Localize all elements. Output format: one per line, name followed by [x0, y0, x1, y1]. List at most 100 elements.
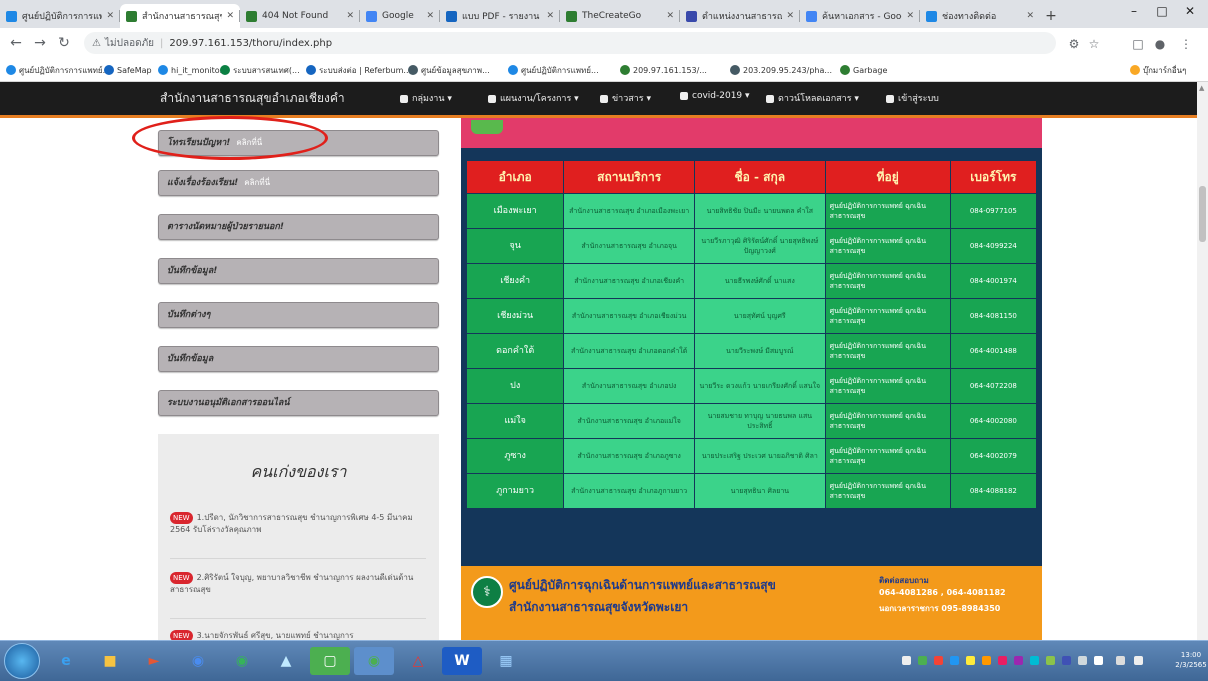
sidebar-more-link[interactable]: คลิกที่นี่	[244, 178, 270, 187]
bookmark-item[interactable]: 203.209.95.243/pha...	[730, 62, 832, 78]
minimize-icon[interactable]: –	[1120, 4, 1148, 18]
tray-icon-12[interactable]	[1094, 656, 1103, 665]
bookmark-item[interactable]: ศูนย์ปฏิบัติการแพทย์...	[508, 62, 599, 78]
browser-tab[interactable]: Google ✕	[360, 4, 440, 28]
sidebar-button[interactable]: แจ้งเรื่องร้องเรียน! คลิกที่นี่	[158, 170, 439, 196]
scrollbar-thumb[interactable]	[1199, 186, 1206, 242]
chrome-active-icon[interactable]: ◉	[354, 647, 394, 675]
bookmark-item[interactable]: ศูนย์ปฏิบัติการการแพทย์...	[6, 62, 110, 78]
maximize-icon[interactable]: □	[1148, 4, 1176, 18]
table-cell: ศูนย์ปฏิบัติการการแพทย์ ฉุกเฉินสาธารณสุข	[824, 298, 951, 334]
line-icon[interactable]: ▢	[310, 647, 350, 675]
tab-close-icon[interactable]: ✕	[226, 11, 234, 21]
sidebar-button[interactable]: บันทึกต่างๆ	[158, 302, 439, 328]
tab-close-icon[interactable]: ✕	[346, 11, 354, 21]
ie-icon[interactable]: e	[46, 647, 86, 675]
reload-icon[interactable]: ↻	[56, 35, 72, 51]
bookmark-item[interactable]: บุ๊กมาร์กอื่นๆ	[1130, 62, 1186, 78]
volume-icon[interactable]	[1134, 656, 1143, 665]
bookmark-item[interactable]: ระบบสารสนเทศ(...	[220, 62, 300, 78]
sidebar-button[interactable]: ระบบงานอนุมัติเอกสารออนไลน์	[158, 390, 439, 416]
explorer-icon[interactable]: ■	[90, 647, 130, 675]
browser-tab[interactable]: ช่องทางติดต่อ ✕	[920, 4, 1040, 28]
tray-flag-icon[interactable]	[902, 656, 911, 665]
translate-icon[interactable]: ⚙	[1066, 36, 1082, 52]
page-scrollbar[interactable]: ▲	[1197, 82, 1208, 640]
staff-item[interactable]: NEW 3.นายจักรพันธ์ ศรีสุข, นายแพทย์ ชำนาญ…	[170, 630, 430, 640]
tray-icon-4[interactable]	[966, 656, 975, 665]
site-menu-item[interactable]: กลุ่มงาน ▾	[400, 91, 452, 105]
staff-item[interactable]: NEW 2.ศิริรัตน์ ใจบุญ, พยาบาลวิชาชีพ ชำนา…	[170, 572, 430, 596]
menu-item-icon	[680, 91, 688, 100]
tab-search-icon[interactable]: □	[1130, 36, 1146, 52]
tab-close-icon[interactable]: ✕	[1026, 11, 1034, 21]
browser-tab[interactable]: 404 Not Found ✕	[240, 4, 360, 28]
tray-icon-5[interactable]	[982, 656, 991, 665]
menu-item-icon	[766, 94, 774, 103]
network-status-icon[interactable]	[1116, 656, 1125, 665]
site-menu-item[interactable]: แผนงาน/โครงการ ▾	[488, 91, 579, 105]
menu-kebab-icon[interactable]: ⋮	[1178, 36, 1194, 52]
sidebar-button[interactable]: บันทึกข้อมูล	[158, 346, 439, 372]
forward-icon[interactable]: →	[32, 35, 48, 51]
system-clock[interactable]: 13:00 2/3/2565	[1175, 650, 1207, 670]
chrome-alt-icon[interactable]: ◉	[222, 647, 262, 675]
site-brand[interactable]: สำนักงานสาธารณสุขอำเภอเชียงคำ	[160, 89, 345, 108]
network-icon[interactable]: ▦	[486, 647, 526, 675]
tray-icon-11[interactable]	[1078, 656, 1087, 665]
bookmark-label: ระบบสารสนเทศ(...	[233, 65, 300, 75]
staff-divider	[170, 558, 426, 559]
scroll-up-icon[interactable]: ▲	[1199, 84, 1204, 92]
tray-icon-10[interactable]	[1062, 656, 1071, 665]
warning-icon[interactable]: ⚠	[92, 38, 101, 49]
start-button[interactable]	[4, 643, 40, 679]
security-label[interactable]: ไม่ปลอดภัย	[105, 36, 154, 51]
bookmark-item[interactable]: 209.97.161.153/...	[620, 62, 707, 78]
media-player-icon[interactable]: ►	[134, 647, 174, 675]
address-bar[interactable]: ⚠ ไม่ปลอดภัย | 209.97.161.153/thoru/inde…	[84, 32, 1056, 54]
browser-tab[interactable]: ตำแหน่งงานสาธารณสุข✕	[680, 4, 800, 28]
close-window-icon[interactable]: ✕	[1176, 4, 1204, 18]
browser-tab[interactable]: ศูนย์ปฏิบัติการการแพทย์✕	[0, 4, 120, 28]
tab-close-icon[interactable]: ✕	[106, 11, 114, 21]
tab-close-icon[interactable]: ✕	[666, 11, 674, 21]
tab-close-icon[interactable]: ✕	[906, 11, 914, 21]
tray-icon-8[interactable]	[1030, 656, 1039, 665]
paint-icon[interactable]: ▲	[266, 647, 306, 675]
tray-icon-3[interactable]	[950, 656, 959, 665]
browser-tab[interactable]: แบบ PDF - รายงาน ✕	[440, 4, 560, 28]
tray-icon-9[interactable]	[1046, 656, 1055, 665]
bookmark-item[interactable]: hi_it_monitor	[158, 62, 223, 78]
back-icon[interactable]: ←	[8, 35, 24, 51]
tray-icon-2[interactable]	[934, 656, 943, 665]
tray-icon-6[interactable]	[998, 656, 1007, 665]
table-cell: จุน	[465, 228, 565, 264]
bookmark-item[interactable]: SafeMap	[104, 62, 152, 78]
chrome-icon[interactable]: ◉	[178, 647, 218, 675]
tab-favicon-icon	[446, 10, 457, 22]
site-menu-item[interactable]: ดาวน์โหลดเอกสาร ▾	[766, 91, 859, 105]
site-menu-item[interactable]: ข่าวสาร ▾	[600, 91, 651, 105]
bookmark-item[interactable]: ศูนย์ข้อมูลสุขภาพ...	[408, 62, 490, 78]
tab-close-icon[interactable]: ✕	[426, 11, 434, 21]
bookmark-item[interactable]: Garbage	[840, 62, 887, 78]
bookmark-item[interactable]: ระบบส่งต่อ | Referbum...	[306, 62, 411, 78]
tray-icon-7[interactable]	[1014, 656, 1023, 665]
staff-item[interactable]: NEW 1.ปรีดา, นักวิชาการสาธารณสุข ชำนาญการ…	[170, 512, 430, 536]
bookmark-star-icon[interactable]: ☆	[1086, 36, 1102, 52]
sidebar-button[interactable]: บันทึกข้อมูล!	[158, 258, 439, 284]
profile-avatar-icon[interactable]: ●	[1152, 36, 1168, 52]
pdf-icon[interactable]: △	[398, 647, 438, 675]
tab-close-icon[interactable]: ✕	[546, 11, 554, 21]
new-tab-button[interactable]: +	[1043, 8, 1059, 24]
url-text[interactable]: 209.97.161.153/thoru/index.php	[169, 38, 332, 49]
word-icon[interactable]: W	[442, 647, 482, 675]
browser-tab[interactable]: ค้นหาเอกสาร - Google ✕	[800, 4, 920, 28]
browser-tab[interactable]: สำนักงานสาธารณสุขฯ ✕	[120, 4, 240, 28]
tray-icon-1[interactable]	[918, 656, 927, 665]
tab-close-icon[interactable]: ✕	[786, 11, 794, 21]
site-menu-item[interactable]: covid-2019 ▾	[680, 91, 750, 101]
browser-tab[interactable]: TheCreateGo ✕	[560, 4, 680, 28]
site-menu-item[interactable]: เข้าสู่ระบบ	[886, 91, 939, 105]
sidebar-button[interactable]: ตารางนัดหมายผู้ป่วยรายนอก!	[158, 214, 439, 240]
